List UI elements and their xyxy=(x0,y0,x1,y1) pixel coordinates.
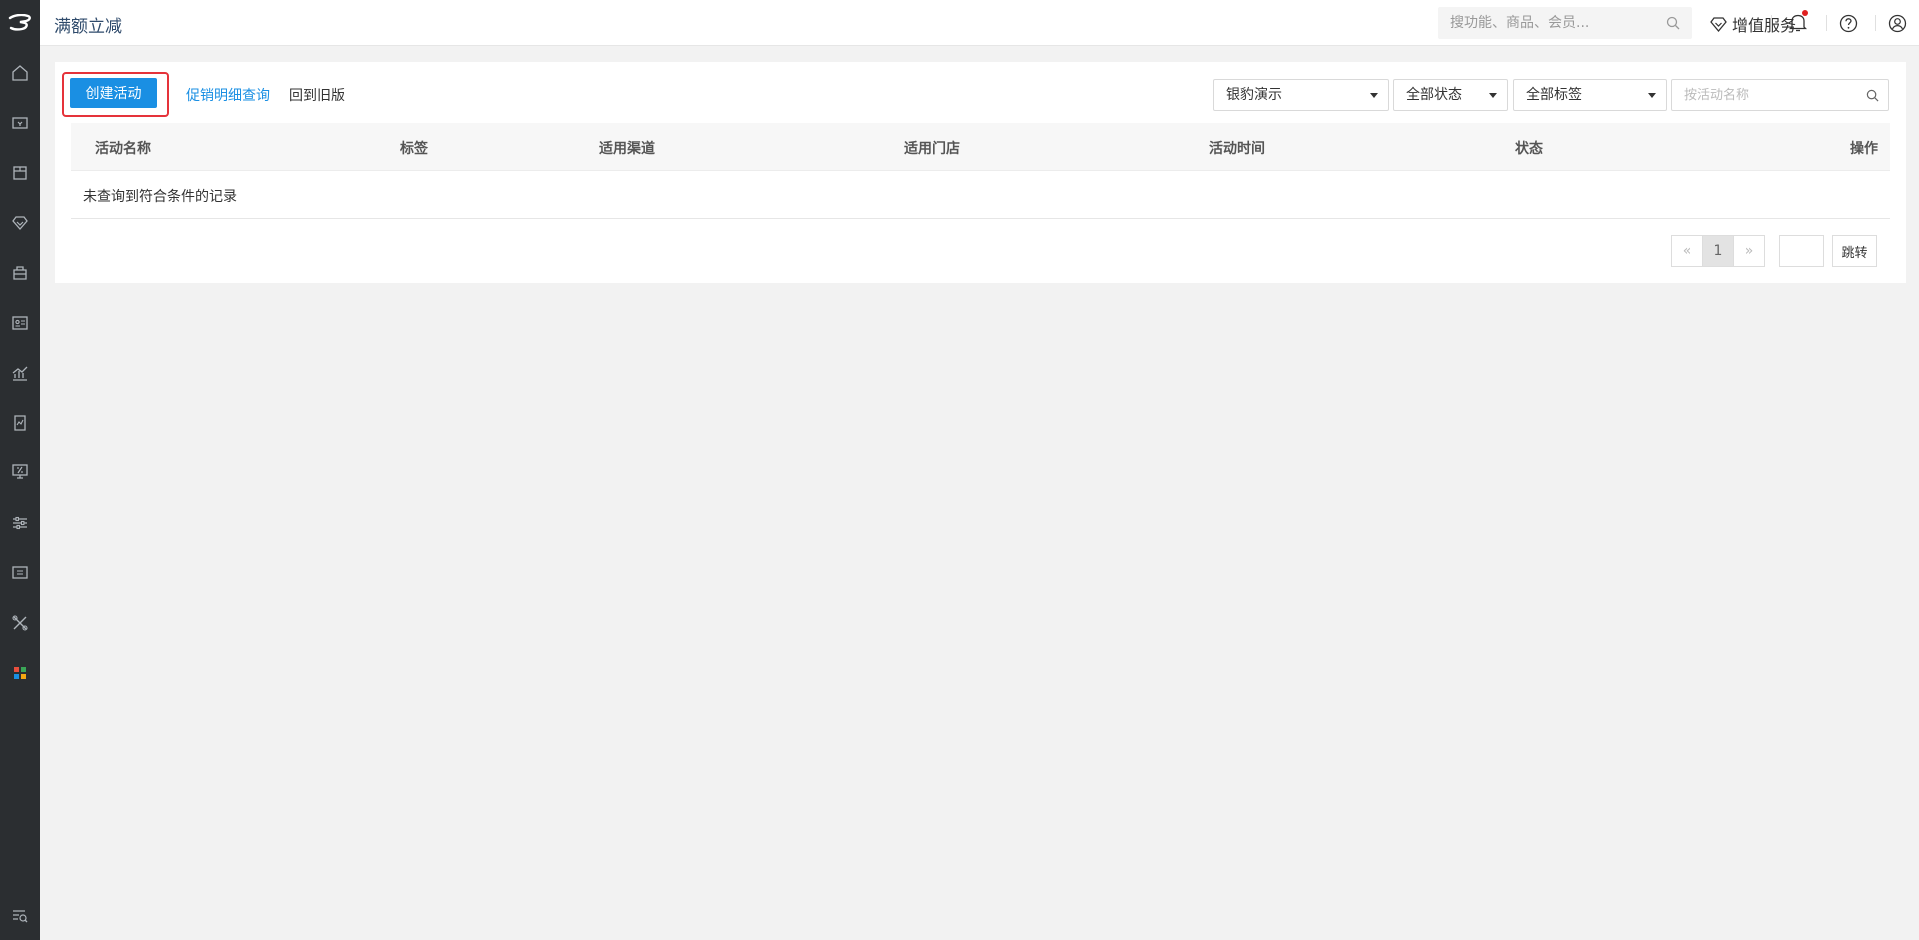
tag-select-value: 全部标签 xyxy=(1526,87,1582,103)
activity-name-input[interactable] xyxy=(1672,80,1852,110)
empty-state-text: 未查询到符合条件的记录 xyxy=(83,189,237,205)
page-jump-input[interactable] xyxy=(1779,235,1824,267)
header-divider xyxy=(1875,15,1876,31)
column-header: 适用渠道 xyxy=(599,141,655,157)
account-button[interactable] xyxy=(1886,12,1908,34)
global-search-input[interactable] xyxy=(1438,7,1648,39)
card-icon xyxy=(12,566,28,579)
sidebar-item-member[interactable] xyxy=(0,203,40,243)
back-to-old-version-link[interactable]: 回到旧版 xyxy=(289,85,345,105)
sidebar-item-finance[interactable] xyxy=(0,403,40,443)
activity-list-panel: 创建活动 促销明细查询 回到旧版 银豹演示 全部状态 全部标签 活动名称 标签 … xyxy=(55,62,1906,283)
sidebar-item-home[interactable] xyxy=(0,53,40,93)
page-button-current[interactable]: 1 xyxy=(1702,235,1734,267)
notification-button[interactable] xyxy=(1787,10,1809,34)
prev-page-button[interactable]: « xyxy=(1671,235,1703,267)
logo-icon[interactable] xyxy=(0,0,40,46)
chevron-down-icon xyxy=(1370,93,1378,98)
header-divider xyxy=(1771,15,1772,31)
user-icon xyxy=(1888,14,1906,32)
table-header: 活动名称 标签 适用渠道 适用门店 活动时间 状态 操作 xyxy=(71,123,1890,171)
member-icon xyxy=(12,216,28,230)
sidebar-item-apps[interactable] xyxy=(0,653,40,693)
tag-select[interactable]: 全部标签 xyxy=(1513,79,1667,111)
chevron-down-icon xyxy=(1489,93,1497,98)
header-divider xyxy=(1826,15,1827,31)
tools-icon xyxy=(12,615,28,631)
store-icon xyxy=(13,266,27,280)
bell-icon xyxy=(1789,14,1807,32)
diamond-icon xyxy=(1710,16,1727,32)
employee-card-icon xyxy=(12,316,28,330)
menu-search-icon xyxy=(13,910,28,923)
table-empty-row: 未查询到符合条件的记录 xyxy=(71,171,1890,219)
column-header: 状态 xyxy=(1515,141,1543,157)
pagination: « 1 » xyxy=(1671,235,1765,267)
apps-grid-icon xyxy=(14,667,26,679)
sidebar-item-goods[interactable] xyxy=(0,153,40,193)
column-header: 标签 xyxy=(400,141,428,157)
sidebar-menu-search[interactable] xyxy=(0,896,40,936)
cashier-icon xyxy=(12,117,28,129)
store-select-value: 银豹演示 xyxy=(1226,87,1282,103)
sidebar xyxy=(0,0,40,940)
store-select[interactable]: 银豹演示 xyxy=(1213,79,1389,111)
chevron-down-icon xyxy=(1648,93,1656,98)
help-icon xyxy=(1839,14,1857,32)
status-select-value: 全部状态 xyxy=(1406,87,1462,103)
notification-dot xyxy=(1802,10,1808,16)
report-chart-icon xyxy=(12,366,28,381)
value-added-services-button[interactable]: 增值服务 xyxy=(1710,12,1796,36)
page-jump-button[interactable]: 跳转 xyxy=(1832,235,1877,267)
next-page-button[interactable]: » xyxy=(1733,235,1765,267)
activity-name-search[interactable] xyxy=(1671,79,1889,111)
sidebar-item-card[interactable] xyxy=(0,553,40,593)
finance-document-icon xyxy=(14,415,26,431)
sidebar-item-report[interactable] xyxy=(0,353,40,393)
marketing-discount-icon xyxy=(12,464,28,479)
column-header: 操作 xyxy=(1850,141,1878,157)
settings-sliders-icon xyxy=(13,516,27,530)
goods-icon xyxy=(13,166,27,180)
sidebar-item-tools[interactable] xyxy=(0,603,40,643)
search-icon[interactable] xyxy=(1866,89,1879,102)
search-icon[interactable] xyxy=(1666,16,1680,30)
top-header: 满额立减 增值服务 xyxy=(40,0,1919,46)
sidebar-item-store[interactable] xyxy=(0,253,40,293)
sidebar-item-cashier[interactable] xyxy=(0,103,40,143)
help-button[interactable] xyxy=(1837,12,1859,34)
home-icon xyxy=(12,65,28,81)
column-header: 活动名称 xyxy=(95,141,151,157)
sidebar-item-settings[interactable] xyxy=(0,503,40,543)
status-select[interactable]: 全部状态 xyxy=(1393,79,1508,111)
sidebar-item-marketing[interactable] xyxy=(0,451,40,491)
sidebar-item-employee[interactable] xyxy=(0,303,40,343)
column-header: 活动时间 xyxy=(1209,141,1265,157)
promotion-detail-link[interactable]: 促销明细查询 xyxy=(186,85,270,105)
create-activity-button[interactable]: 创建活动 xyxy=(70,78,157,108)
column-header: 适用门店 xyxy=(904,141,960,157)
global-search[interactable] xyxy=(1438,7,1692,39)
page-title: 满额立减 xyxy=(54,17,122,37)
